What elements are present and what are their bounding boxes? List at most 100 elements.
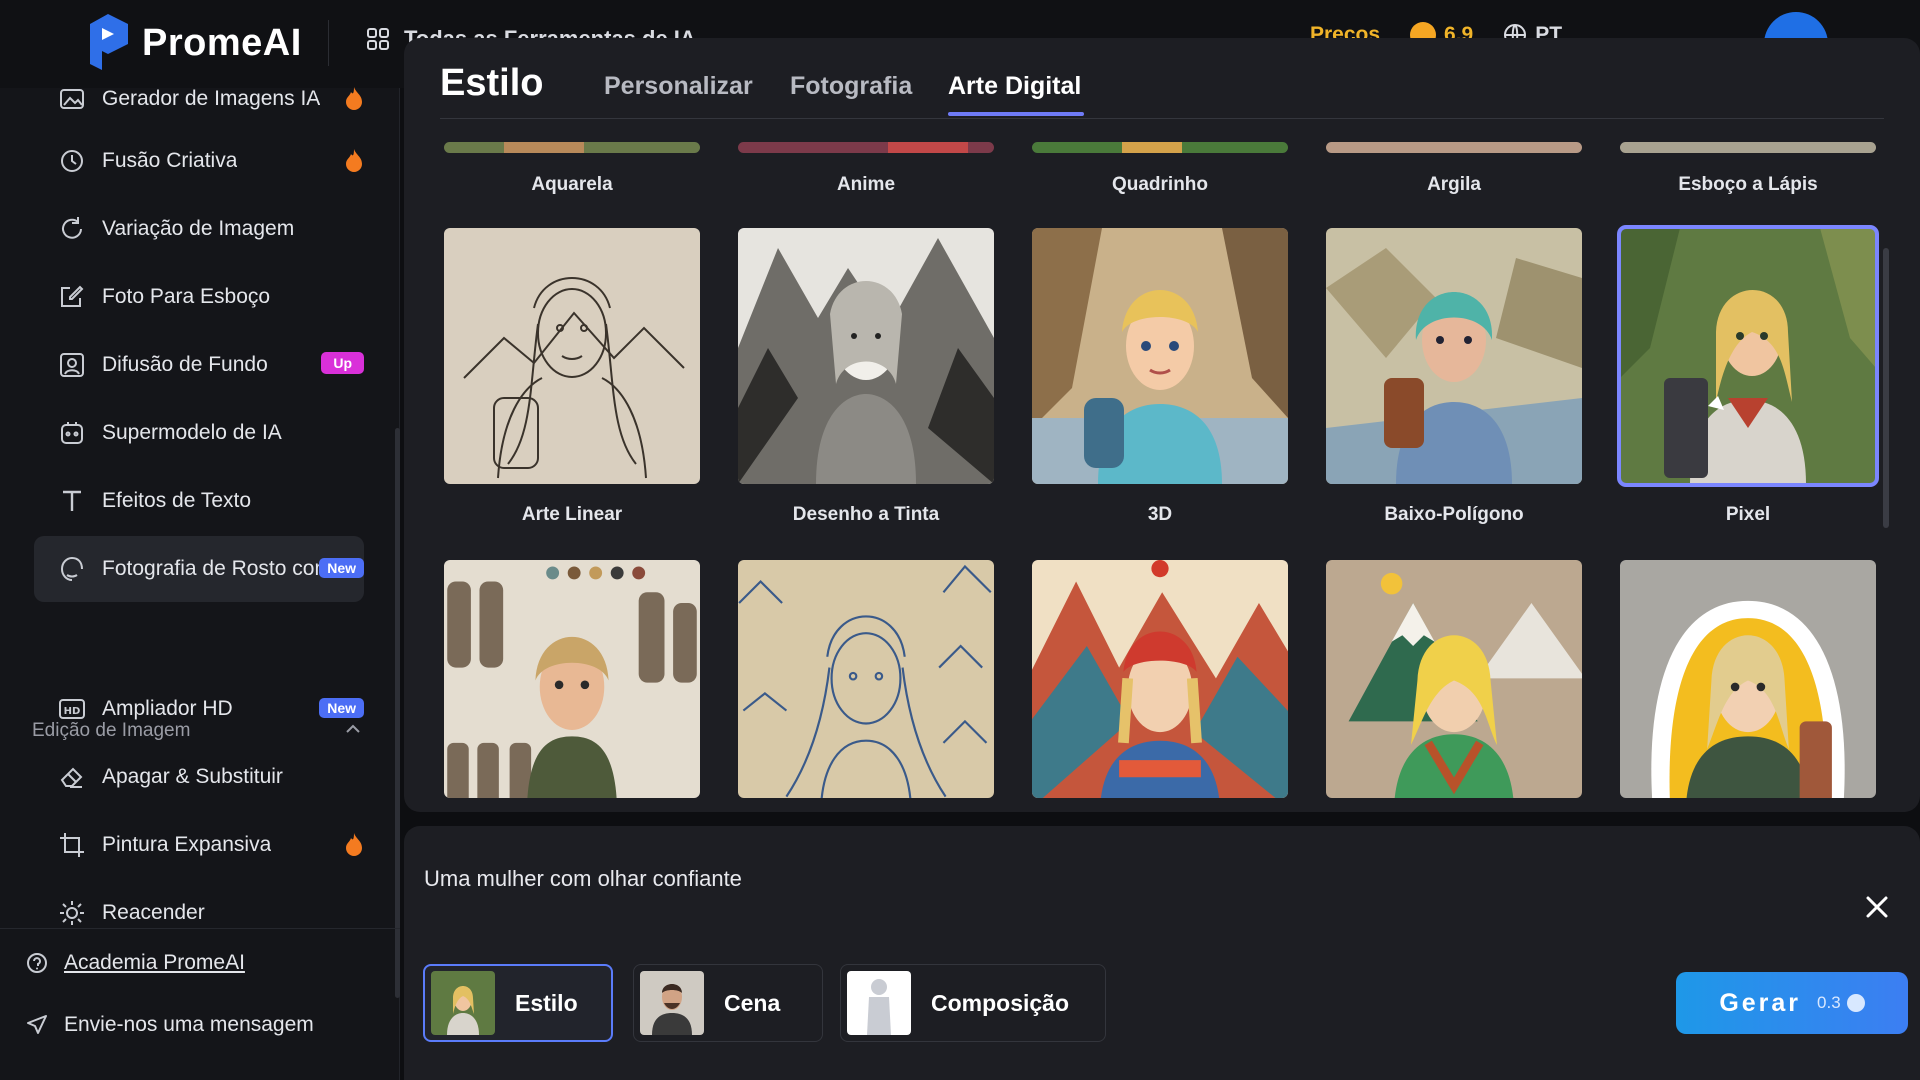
prompt-input[interactable]: Uma mulher com olhar confiante	[424, 866, 742, 892]
generate-cost-value: 0.3	[1817, 993, 1841, 1012]
sidebar-item-label: Gerador de Imagens IA	[102, 87, 321, 110]
tab-personalizar[interactable]: Personalizar	[604, 72, 753, 101]
style-thumb-arte-linear[interactable]	[444, 228, 700, 484]
style-caption: Esboço a Lápis	[1678, 174, 1818, 195]
style-caption: Arte Linear	[521, 504, 623, 525]
sidebar-item-erase-replace[interactable]: Apagar & Substituir	[34, 744, 364, 810]
up-badge: Up	[321, 352, 364, 374]
style-caption: Pixel	[1725, 504, 1771, 525]
style-thumb-baixo-poligono[interactable]	[1326, 228, 1582, 484]
generate-button[interactable]: Gerar 0.3	[1676, 972, 1908, 1034]
style-picker-modal: Estilo Personalizar Fotografia Arte Digi…	[404, 38, 1920, 812]
refresh-icon	[58, 215, 86, 243]
style-caption: Desenho a Tinta	[792, 504, 940, 525]
sidebar-item-ai-supermodel[interactable]: Supermodelo de IA	[34, 400, 364, 466]
svg-text:HD: HD	[64, 706, 81, 717]
eraser-icon	[58, 763, 86, 791]
sidebar-item-label: Fusão Criativa	[102, 149, 238, 172]
sidebar-item-label: Foto Para Esboço	[102, 285, 271, 308]
sidebar-item-label: Pintura Expansiva	[102, 833, 272, 856]
new-badge: New	[319, 698, 364, 718]
sidebar-item-text-effects[interactable]: Efeitos de Texto	[34, 468, 364, 534]
edit-square-icon	[58, 283, 86, 311]
sidebar-item-creative-fusion[interactable]: Fusão Criativa	[34, 128, 364, 194]
robot-icon	[58, 419, 86, 447]
sidebar-footer: Academia PromeAI Envie-nos uma mensagem	[0, 928, 400, 1080]
tabs-divider	[440, 118, 1884, 119]
scene-chip-label: Cena	[724, 989, 781, 1016]
face-icon	[58, 555, 86, 583]
style-thumb-pixel[interactable]	[1617, 225, 1879, 487]
style-thumb-paper-cut[interactable]	[1326, 560, 1582, 798]
style-thumb-esboco-lapis[interactable]	[1620, 142, 1876, 153]
style-thumb-blueprint[interactable]	[738, 560, 994, 798]
academy-link[interactable]: Academia PromeAI	[26, 951, 245, 975]
sidebar-item-image-variation[interactable]: Variação de Imagem	[34, 196, 364, 262]
help-circle-icon	[27, 953, 47, 973]
style-chip[interactable]: Estilo	[423, 964, 613, 1042]
style-thumb-3d[interactable]	[1032, 228, 1288, 484]
academy-label: Academia PromeAI	[64, 951, 245, 974]
sidebar-item-hd-upscaler[interactable]: HD Ampliador HD New	[34, 676, 364, 742]
generate-label: Gerar	[1719, 988, 1802, 1017]
coin-icon	[1846, 994, 1865, 1012]
composition-chip-thumbnail	[847, 971, 911, 1035]
logo-text: PromeAI	[142, 21, 302, 64]
style-thumb-character-sheet[interactable]	[444, 560, 700, 798]
sidebar-item-ai-headshot[interactable]: Fotografia de Rosto com IA New	[34, 536, 364, 602]
logo[interactable]: PromeAI	[86, 14, 302, 72]
composition-chip-label: Composição	[931, 989, 1070, 1016]
style-thumb-desenho-tinta[interactable]	[738, 228, 994, 484]
prome-logo-icon	[90, 14, 128, 70]
style-thumb-flat-poster[interactable]	[1032, 560, 1288, 798]
sidebar-item-photo-to-sketch[interactable]: Foto Para Esboço	[34, 264, 364, 330]
sidebar: Gerador de Imagens IA Fusão Criativa Var…	[0, 87, 400, 1080]
sidebar-item-image-generator[interactable]: Gerador de Imagens IA	[34, 66, 364, 132]
sidebar-item-background-diffusion[interactable]: Difusão de Fundo Up	[34, 332, 364, 398]
fire-icon	[346, 149, 362, 172]
background-icon	[58, 351, 86, 379]
style-caption: Quadrinho	[1111, 174, 1209, 195]
style-caption: Aquarela	[531, 174, 613, 195]
composition-chip[interactable]: Composição	[840, 964, 1106, 1042]
style-thumb-sticker[interactable]	[1620, 560, 1876, 798]
style-thumb-aquarela[interactable]	[444, 142, 700, 153]
send-message-label: Envie-nos uma mensagem	[64, 1013, 314, 1036]
style-thumb-anime[interactable]	[738, 142, 994, 153]
image-ai-icon	[58, 85, 86, 113]
sidebar-item-label: Difusão de Fundo	[102, 353, 268, 376]
sidebar-item-label: Ampliador HD	[102, 697, 233, 720]
modal-scrollbar[interactable]	[1883, 248, 1889, 528]
style-caption: Baixo-Polígono	[1384, 504, 1524, 525]
style-caption: Argila	[1427, 174, 1481, 195]
scene-chip[interactable]: Cena	[633, 964, 823, 1042]
grid-icon	[367, 28, 389, 50]
modal-title: Estilo	[440, 62, 544, 104]
sidebar-item-expansive-painting[interactable]: Pintura Expansiva	[34, 812, 364, 878]
fire-icon	[346, 87, 362, 110]
sidebar-item-label: Variação de Imagem	[102, 217, 295, 240]
sidebar-item-label: Reacender	[102, 901, 205, 924]
hd-icon: HD	[58, 695, 86, 723]
active-tab-indicator	[948, 112, 1084, 116]
crop-icon	[58, 831, 86, 859]
style-chip-thumbnail	[431, 971, 495, 1035]
style-caption: 3D	[1147, 504, 1173, 525]
send-message-link[interactable]: Envie-nos uma mensagem	[26, 1013, 314, 1037]
sidebar-scrollbar[interactable]	[395, 428, 400, 998]
sidebar-item-label: Efeitos de Texto	[102, 489, 252, 512]
style-thumb-quadrinho[interactable]	[1032, 142, 1288, 153]
style-chip-label: Estilo	[515, 989, 578, 1016]
tab-fotografia[interactable]: Fotografia	[790, 72, 912, 101]
tab-arte-digital[interactable]: Arte Digital	[948, 72, 1081, 101]
new-badge: New	[319, 558, 364, 578]
creative-fusion-icon	[58, 147, 86, 175]
style-thumb-argila[interactable]	[1326, 142, 1582, 153]
generate-cost: 0.3	[1817, 993, 1865, 1013]
send-icon	[27, 1015, 47, 1034]
sidebar-item-label: Apagar & Substituir	[102, 765, 283, 788]
scene-chip-thumbnail	[640, 971, 704, 1035]
style-caption: Anime	[836, 174, 896, 195]
close-icon[interactable]	[1862, 892, 1892, 922]
prompt-panel: Uma mulher com olhar confiante Estilo Ce…	[404, 826, 1920, 1080]
